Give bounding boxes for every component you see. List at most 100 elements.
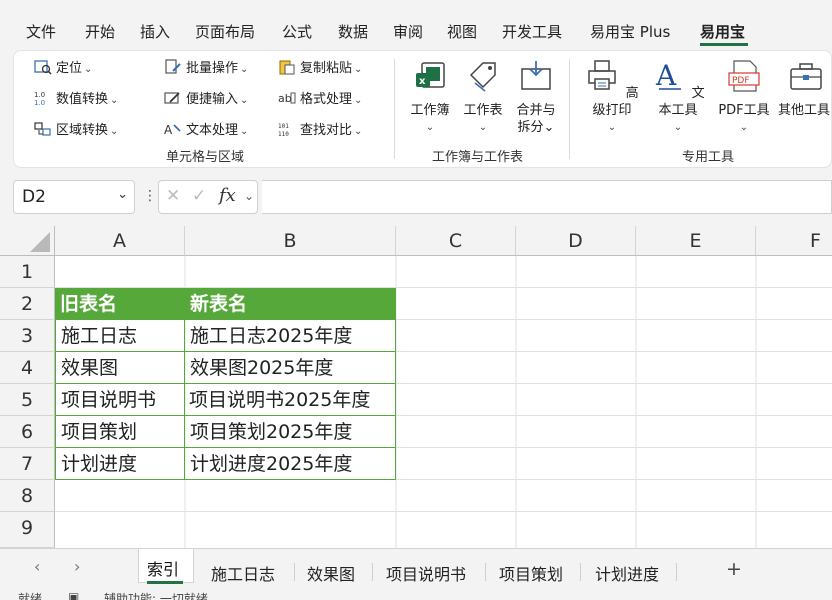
- menu-tab-file[interactable]: 文件: [26, 22, 56, 42]
- sheet-tab-project-plan[interactable]: 项目策划: [499, 561, 563, 585]
- tab-separator: [676, 563, 677, 581]
- cell-a3[interactable]: 施工日志: [55, 320, 185, 352]
- text-tools-button[interactable]: A 文本工具 ⌄: [648, 59, 708, 136]
- menu-tab-data[interactable]: 数据: [338, 22, 368, 42]
- pdf-icon: PDF: [728, 60, 760, 92]
- merge-split-icon: [521, 61, 551, 90]
- row-header-9[interactable]: 9: [0, 512, 55, 548]
- text-tools-icon: A: [655, 59, 682, 92]
- row-header-3[interactable]: 3: [0, 320, 55, 352]
- quick-input-button[interactable]: 便捷输入 ⌄: [164, 90, 248, 110]
- copy-paste-button[interactable]: 复制粘贴 ⌄: [278, 59, 362, 79]
- menu-tab-easyuse-plus[interactable]: 易用宝 Plus: [590, 22, 670, 42]
- row-header-6[interactable]: 6: [0, 416, 55, 448]
- formula-input[interactable]: [262, 180, 832, 214]
- cell-b5[interactable]: 项目说明书2025年度: [185, 384, 396, 416]
- sheet-tab-renderings[interactable]: 效果图: [307, 561, 355, 585]
- svg-text:x: x: [419, 76, 426, 87]
- menu-tab-easyuse[interactable]: 易用宝: [700, 22, 745, 42]
- row-header-4[interactable]: 4: [0, 352, 55, 384]
- format-process-button[interactable]: ab 格式处理 ⌄: [278, 90, 362, 110]
- add-sheet-button[interactable]: +: [726, 558, 742, 580]
- cell-a6[interactable]: 项目策划: [55, 416, 185, 448]
- formula-controls: ✕ ✓ fx ⌄: [158, 180, 258, 214]
- worksheet-tag-icon: [469, 62, 496, 92]
- name-box[interactable]: D2 ⌄: [13, 180, 135, 214]
- chevron-left-icon[interactable]: ‹: [34, 557, 40, 576]
- row-header-5[interactable]: 5: [0, 384, 55, 416]
- cancel-icon[interactable]: ✕: [166, 186, 180, 206]
- clipboard-icon: [279, 60, 295, 75]
- sheet-tab-project-spec[interactable]: 项目说明书: [386, 561, 466, 585]
- sheet-tab-schedule[interactable]: 计划进度: [595, 561, 659, 585]
- batch-ops-button[interactable]: 批量操作 ⌄: [164, 59, 248, 79]
- tab-separator: [294, 563, 295, 581]
- status-accessibility[interactable]: 辅助功能: 一切就绪: [104, 590, 208, 600]
- pdf-tools-button[interactable]: PDF PDF工具 ⌄: [714, 59, 774, 136]
- group-separator: [394, 59, 395, 159]
- chevron-down-icon: ⌄: [240, 64, 249, 75]
- chevron-down-icon: ⌄: [607, 122, 617, 133]
- cell-b2[interactable]: 新表名: [185, 288, 396, 320]
- cell-b6[interactable]: 项目策划2025年度: [185, 416, 396, 448]
- menu-tab-home[interactable]: 开始: [85, 22, 115, 42]
- column-header-e[interactable]: E: [636, 226, 756, 256]
- cell-b4[interactable]: 效果图2025年度: [185, 352, 396, 384]
- batch-icon: [165, 59, 181, 74]
- menu-tab-insert[interactable]: 插入: [140, 22, 170, 42]
- svg-text:1.0: 1.0: [34, 91, 45, 99]
- workbook-button[interactable]: x 工作簿 ⌄: [408, 59, 452, 136]
- tab-separator: [372, 563, 373, 581]
- chevron-down-icon: ⌄: [478, 122, 488, 133]
- row-header-8[interactable]: 8: [0, 480, 55, 512]
- sheet-tab-construction-log[interactable]: 施工日志: [211, 561, 275, 585]
- column-header-d[interactable]: D: [516, 226, 636, 256]
- svg-text:110: 110: [278, 131, 289, 137]
- column-header-f[interactable]: F: [756, 226, 832, 256]
- cell-a2[interactable]: 旧表名: [55, 288, 185, 320]
- row-header-7[interactable]: 7: [0, 448, 55, 480]
- number-convert-button[interactable]: 1.0 1.0 数值转换 ⌄: [34, 90, 118, 110]
- menu-tab-page-layout[interactable]: 页面布局: [195, 22, 255, 42]
- chevron-down-icon: ⌄: [425, 122, 435, 133]
- chevron-down-icon: ⌄: [110, 95, 119, 106]
- sheet-tab-index[interactable]: 索引: [147, 556, 179, 580]
- other-tools-button[interactable]: 其他工具: [778, 59, 832, 119]
- find-compare-button[interactable]: 101 110 查找对比 ⌄: [278, 121, 362, 141]
- pdf-icon-label: PDF: [732, 76, 750, 86]
- cell-b3[interactable]: 施工日志2025年度: [185, 320, 396, 352]
- menu-tab-formulas[interactable]: 公式: [282, 22, 312, 42]
- locate-button[interactable]: 定位 ⌄: [34, 59, 92, 79]
- worksheet-button[interactable]: 工作表 ⌄: [460, 59, 506, 136]
- chevron-right-icon[interactable]: ›: [74, 557, 80, 576]
- quick-input-icon: [164, 92, 180, 104]
- merge-split-button[interactable]: 合并与 拆分⌄: [511, 59, 561, 136]
- chevron-down-icon: ⌄: [354, 64, 363, 75]
- cell-a4[interactable]: 效果图: [55, 352, 185, 384]
- cell-a7[interactable]: 计划进度: [55, 448, 185, 480]
- more-options-icon[interactable]: ⋮: [143, 188, 157, 204]
- status-ready: 就绪: [18, 592, 43, 600]
- row-header-2[interactable]: 2: [0, 288, 55, 320]
- cell-a5[interactable]: 项目说明书: [55, 384, 185, 416]
- menu-tab-view[interactable]: 视图: [447, 22, 477, 42]
- cell-b7[interactable]: 计划进度2025年度: [185, 448, 396, 480]
- active-tab-indicator: [700, 43, 748, 46]
- confirm-icon[interactable]: ✓: [192, 186, 206, 206]
- menu-bar: 文件 开始 插入 页面布局 公式 数据 审阅 视图 开发工具 易用宝 Plus …: [0, 0, 832, 46]
- group-label-tools: 专用工具: [682, 150, 735, 165]
- chevron-down-icon: ⌄: [543, 120, 555, 135]
- row-header-1[interactable]: 1: [0, 256, 55, 288]
- menu-tab-developer[interactable]: 开发工具: [502, 22, 562, 42]
- chevron-down-icon: ⌄: [354, 126, 363, 137]
- column-header-b[interactable]: B: [185, 226, 396, 256]
- menu-tab-review[interactable]: 审阅: [393, 22, 423, 42]
- group-separator: [569, 59, 570, 159]
- advanced-print-button[interactable]: 高级打印 ⌄: [582, 59, 642, 136]
- column-header-c[interactable]: C: [396, 226, 516, 256]
- column-header-a[interactable]: A: [55, 226, 185, 256]
- range-convert-button[interactable]: 区域转换 ⌄: [34, 121, 118, 141]
- select-all-corner[interactable]: [0, 226, 55, 256]
- insert-function-icon[interactable]: fx: [219, 185, 236, 206]
- text-process-button[interactable]: A 文本处理 ⌄: [164, 121, 248, 141]
